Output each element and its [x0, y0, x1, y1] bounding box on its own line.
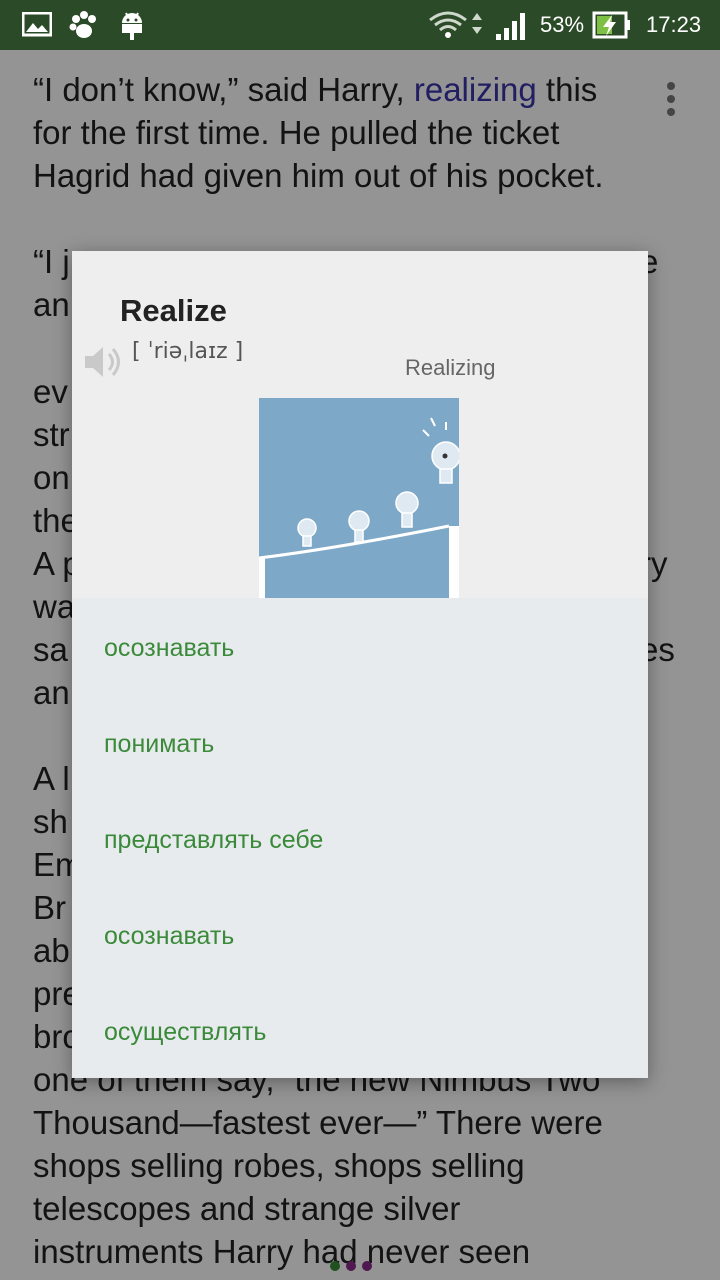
translation-item[interactable]: осознавать [104, 634, 234, 663]
dictionary-dialog: Realize [ ˈriəˌlaɪz ] Realizing осознава… [72, 251, 648, 1078]
lightbulbs-illustration [259, 417, 459, 598]
paw-icon [69, 11, 96, 38]
speaker-icon[interactable] [82, 341, 124, 383]
translation-item[interactable]: осознавать [104, 922, 234, 951]
wifi-icon [429, 11, 482, 38]
battery-percent: 53% [540, 12, 585, 37]
android-icon [122, 12, 142, 40]
signal-icon [496, 13, 525, 40]
word-title: Realize [120, 293, 227, 328]
translation-item[interactable]: осуществлять [104, 1018, 266, 1047]
image-caption: Realizing [405, 355, 496, 380]
translation-item[interactable]: представлять себе [104, 826, 323, 855]
battery-icon [592, 11, 630, 39]
illustration-image [259, 398, 459, 598]
translation-item[interactable]: понимать [104, 730, 214, 759]
gallery-icon [22, 12, 52, 37]
clock: 17:23 [646, 12, 702, 37]
status-bar: 53% 17:23 [0, 0, 720, 50]
transcription: [ ˈriəˌlaɪz ] [132, 339, 244, 364]
translations-list: осознавать понимать представлять себе ос… [72, 598, 648, 1078]
